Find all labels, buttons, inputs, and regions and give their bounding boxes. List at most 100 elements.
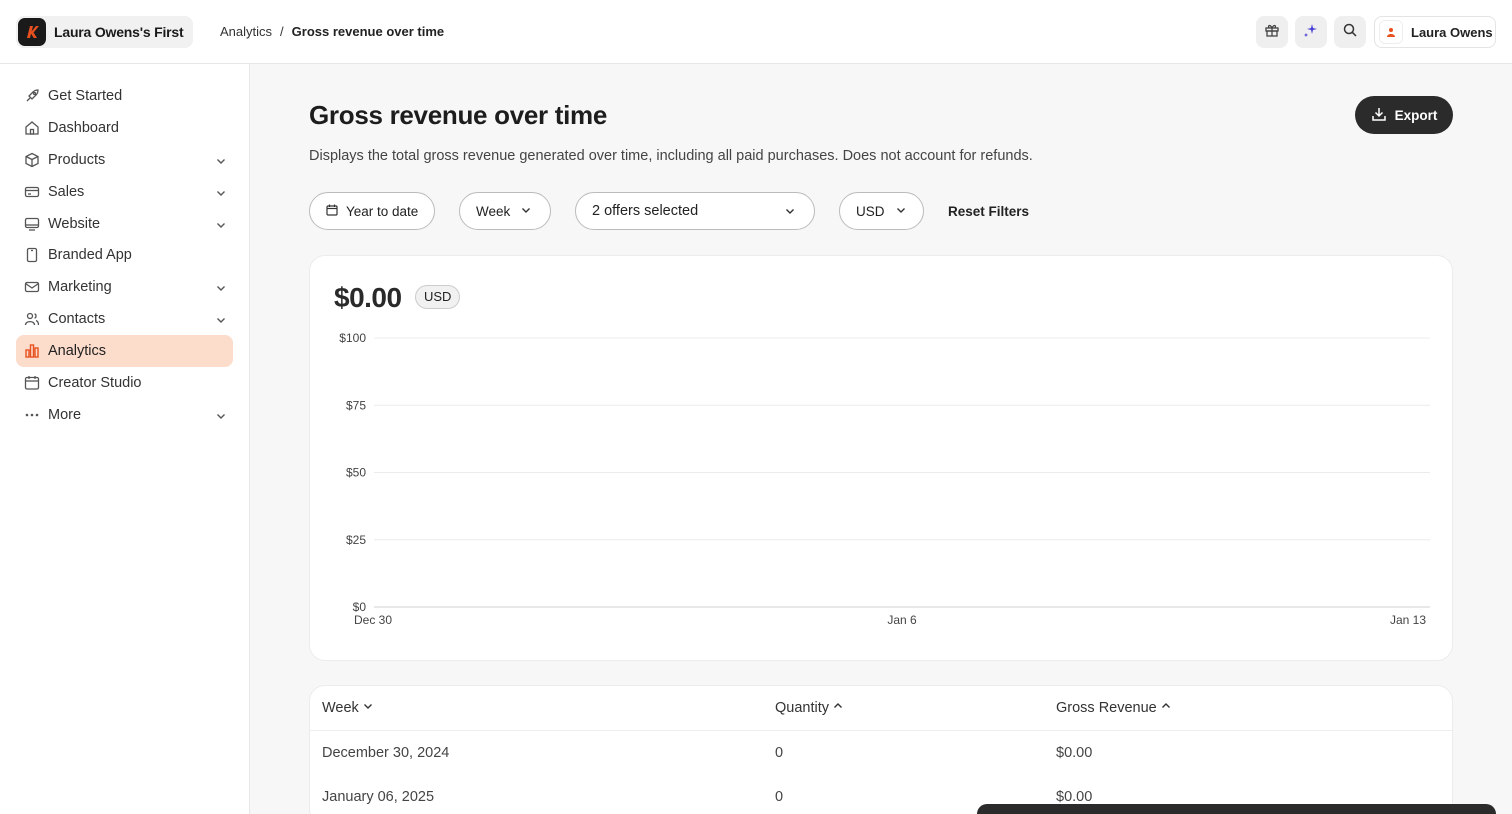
sidebar-item-dashboard[interactable]: Dashboard [16,112,233,144]
y-tick-label: $25 [346,533,366,547]
ai-assistant-button[interactable] [1295,16,1327,48]
sidebar-item-branded-app[interactable]: Branded App [16,239,233,271]
chevron-down-icon [215,186,227,204]
y-tick-label: $100 [339,331,366,345]
date-range-value: Year to date [346,203,419,219]
chevron-up-icon [832,700,844,716]
sidebar-item-get-started[interactable]: Get Started [16,80,233,112]
x-tick-label: Jan 13 [1390,613,1426,627]
notification-toast[interactable] [977,804,1496,814]
avatar [1379,20,1403,44]
sidebar-item-label: More [48,407,82,423]
chevron-down-icon [215,313,227,331]
currency-value: USD [856,203,885,219]
box-icon [24,152,40,168]
breadcrumb-separator: / [280,24,284,39]
cell-week: January 06, 2025 [322,789,435,805]
breadcrumb: Analytics / Gross revenue over time [220,24,444,39]
brand-switcher[interactable]: Laura Owens's First [16,16,194,48]
search-icon [1342,22,1358,43]
calendar-icon [326,204,338,219]
sidebar-item-label: Contacts [48,311,106,327]
sidebar-item-marketing[interactable]: Marketing [16,271,233,303]
column-header-label: Week [322,700,359,716]
chevron-down-icon [362,700,374,716]
interval-value: Week [476,203,511,219]
dots-icon [24,407,40,423]
date-range-filter[interactable]: Year to date [309,192,435,230]
revenue-chart-card: $0.00 USD $0 $25 $50 $75 $100 Dec 30 Jan 6 Jan … [309,255,1453,661]
header-divider [310,730,1452,731]
column-header-gross-revenue[interactable]: Gross Revenue [1056,700,1172,716]
column-header-quantity[interactable]: Quantity [775,700,844,716]
interval-select[interactable]: Week [459,192,551,230]
breadcrumb-current: Gross revenue over time [291,24,445,39]
cell-quantity: 0 [775,789,784,805]
currency-select[interactable]: USD [839,192,924,230]
x-tick-label: Dec 30 [354,613,392,627]
credit-card-icon [24,184,40,200]
cell-quantity: 0 [775,745,784,761]
offers-select[interactable]: 2 offers selected [575,192,815,230]
page-title: Gross revenue over time [309,100,608,130]
monitor-icon [24,216,40,232]
reset-filters-button[interactable]: Reset Filters [948,204,1029,219]
mail-icon [24,279,40,295]
y-tick-label: $75 [346,398,366,412]
cell-week: December 30, 2024 [322,745,450,761]
top-bar: Laura Owens's First Analytics / Gross re… [0,0,1512,64]
x-tick-label: Jan 6 [887,613,917,627]
sidebar-item-creator-studio[interactable]: Creator Studio [16,367,233,399]
sidebar-item-analytics[interactable]: Analytics [16,335,233,367]
column-header-label: Gross Revenue [1056,700,1157,716]
chevron-up-icon [1160,700,1172,716]
sidebar-item-website[interactable]: Website [16,208,233,240]
sidebar-item-label: Sales [48,184,85,200]
y-tick-label: $0 [353,600,367,614]
chevron-down-icon [520,204,532,219]
export-button[interactable]: Export [1355,96,1453,134]
export-label: Export [1394,107,1438,123]
rocket-icon [24,88,40,104]
column-header-label: Quantity [775,700,829,716]
sidebar-item-label: Creator Studio [48,375,142,391]
revenue-line-chart: $0 $25 $50 $75 $100 Dec 30 Jan 6 Jan 13 [339,331,1430,627]
phone-icon [24,247,40,263]
column-header-week[interactable]: Week [322,700,374,716]
brand-logo-icon [18,18,46,46]
sidebar-item-label: Get Started [48,88,123,104]
gift-button[interactable] [1256,16,1288,48]
chevron-down-icon [895,204,907,219]
bar-chart-icon [24,343,40,359]
gift-icon [1264,22,1280,43]
chevron-down-icon [215,218,227,236]
search-button[interactable] [1334,16,1366,48]
cell-gross-revenue: $0.00 [1056,745,1093,761]
sparkle-icon [1303,22,1319,43]
breadcrumb-analytics-link[interactable]: Analytics [220,24,272,39]
sidebar-item-contacts[interactable]: Contacts [16,303,233,335]
sidebar: Get Started Dashboard Products Sales Web… [0,64,250,814]
y-tick-label: $50 [346,466,366,480]
chevron-down-icon [215,154,227,172]
sidebar-item-label: Analytics [48,343,107,359]
sidebar-item-more[interactable]: More [16,399,233,431]
calendar-icon [24,375,40,391]
sidebar-item-label: Website [48,216,101,232]
sidebar-item-products[interactable]: Products [16,144,233,176]
sidebar-item-label: Branded App [48,247,132,263]
page-description: Displays the total gross revenue generat… [309,148,1033,164]
chevron-down-icon [215,409,227,427]
offers-value: 2 offers selected [592,203,699,219]
chevron-down-icon [215,281,227,299]
sidebar-item-label: Products [48,152,106,168]
revenue-table: Week Quantity Gross Revenue December 30,… [309,685,1453,814]
sidebar-item-label: Dashboard [48,120,119,136]
sidebar-item-sales[interactable]: Sales [16,176,233,208]
users-icon [24,311,40,327]
chevron-down-icon [784,205,796,221]
user-menu-button[interactable]: Laura Owens [1374,16,1496,48]
download-icon [1371,106,1387,125]
sidebar-item-label: Marketing [48,279,112,295]
cell-gross-revenue: $0.00 [1056,789,1093,805]
